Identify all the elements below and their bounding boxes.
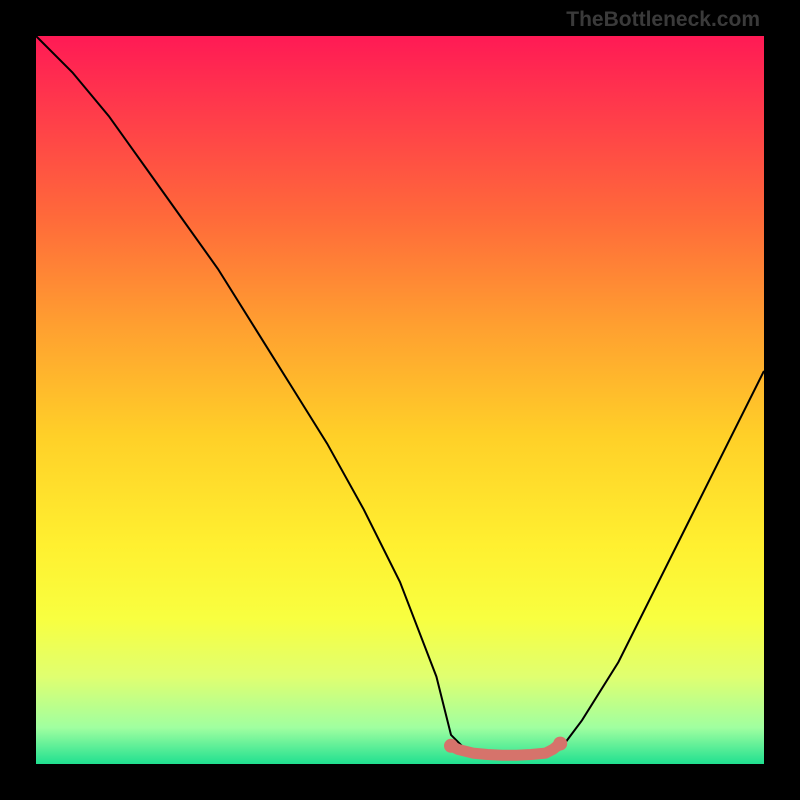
attribution-label: TheBottleneck.com <box>566 8 760 32</box>
chart-svg <box>0 0 800 800</box>
marker-dot <box>444 739 458 753</box>
optimal-marker <box>451 744 560 756</box>
bottleneck-curve <box>36 36 764 757</box>
marker-dot <box>553 737 567 751</box>
